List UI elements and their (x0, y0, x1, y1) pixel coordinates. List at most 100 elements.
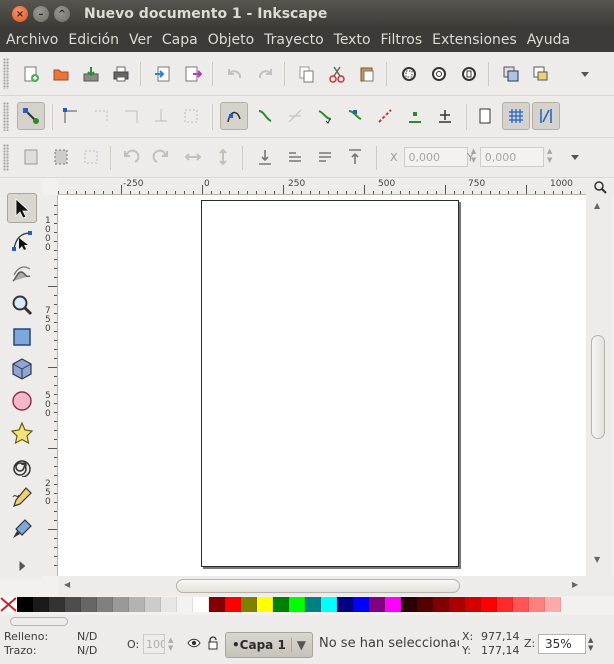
drawing-canvas[interactable] (58, 195, 586, 576)
import-icon[interactable] (152, 63, 174, 85)
duplicate-icon[interactable] (500, 63, 522, 85)
color-swatch[interactable] (321, 597, 337, 612)
color-swatch[interactable] (433, 597, 449, 612)
select-all-layers-icon[interactable] (50, 146, 72, 168)
rotate-ccw-icon[interactable] (120, 146, 142, 168)
color-swatch[interactable] (193, 597, 209, 612)
snap-grid-icon[interactable] (502, 102, 530, 130)
no-paint-swatch[interactable] (0, 597, 17, 612)
toolbar-grip[interactable] (3, 102, 9, 131)
new-document-icon[interactable] (20, 63, 42, 85)
print-icon[interactable] (110, 63, 132, 85)
color-swatch[interactable] (273, 597, 289, 612)
color-swatch[interactable] (97, 597, 113, 612)
color-swatch[interactable] (337, 597, 353, 612)
clone-icon[interactable] (530, 63, 552, 85)
snap-bbox-corner-icon[interactable] (120, 105, 142, 127)
snap-object-midpoints-icon[interactable] (404, 105, 426, 127)
toolbar-overflow-icon[interactable] (564, 146, 586, 168)
pencil-tool-icon[interactable] (7, 482, 37, 512)
calligraphy-tool-icon[interactable] (7, 514, 37, 544)
zoom-corner-icon[interactable] (586, 179, 614, 195)
menu-ver[interactable]: Ver (124, 32, 157, 48)
layer-selector[interactable]: • Capa 1 ▼ (225, 632, 313, 658)
scroll-left-icon[interactable]: ◀ (64, 580, 70, 589)
horizontal-scrollbar[interactable]: ◀ ▶ (58, 576, 614, 596)
y-spinner[interactable]: ▲ ▼ (546, 147, 554, 167)
opacity-spinner[interactable]: ▲ ▼ (168, 636, 173, 652)
select-all-icon[interactable] (20, 146, 42, 168)
snap-smooth-nodes-icon[interactable] (344, 105, 366, 127)
toolbar-overflow-icon[interactable] (574, 63, 596, 85)
raise-to-top-icon[interactable] (344, 146, 366, 168)
color-swatch[interactable] (465, 597, 481, 612)
minimize-window-button[interactable]: – (33, 6, 49, 22)
zoom-page-icon[interactable] (458, 63, 480, 85)
snap-guides-icon[interactable] (532, 102, 560, 130)
color-swatch[interactable] (529, 597, 545, 612)
color-swatch[interactable] (65, 597, 81, 612)
color-swatch[interactable] (129, 597, 145, 612)
undo-icon[interactable] (224, 63, 246, 85)
opacity-input[interactable]: 100 (143, 634, 165, 654)
horizontal-scroll-thumb[interactable] (176, 579, 460, 593)
scroll-up-icon[interactable]: ▲ (594, 201, 600, 210)
save-document-icon[interactable] (80, 63, 102, 85)
spiral-tool-icon[interactable] (7, 450, 37, 480)
toolbox-overflow-icon[interactable] (12, 556, 32, 576)
color-swatch[interactable] (385, 597, 401, 612)
flip-vertical-icon[interactable] (212, 146, 234, 168)
menu-ayuda[interactable]: Ayuda (522, 32, 575, 48)
toolbar-grip[interactable] (3, 144, 9, 171)
menu-edicion[interactable]: Edición (63, 32, 124, 48)
snap-rotation-center-icon[interactable] (434, 105, 456, 127)
copy-icon[interactable] (296, 63, 318, 85)
color-swatch[interactable] (353, 597, 369, 612)
node-tool-icon[interactable] (7, 226, 37, 256)
color-swatch[interactable] (17, 597, 33, 612)
layer-visibility-icon[interactable] (187, 636, 201, 653)
color-swatch[interactable] (369, 597, 385, 612)
rectangle-tool-icon[interactable] (7, 322, 37, 352)
color-swatch[interactable] (177, 597, 193, 612)
color-swatch[interactable] (417, 597, 433, 612)
color-swatch[interactable] (33, 597, 49, 612)
close-window-button[interactable]: × (12, 6, 28, 22)
menu-capa[interactable]: Capa (157, 32, 203, 48)
snap-bbox-edge-icon[interactable] (90, 105, 112, 127)
fill-value[interactable]: N/D (77, 630, 97, 643)
color-swatch[interactable] (225, 597, 241, 612)
snap-bbox-icon[interactable] (60, 105, 82, 127)
color-swatch[interactable] (113, 597, 129, 612)
color-swatch[interactable] (81, 597, 97, 612)
3d-box-tool-icon[interactable] (7, 354, 37, 384)
color-swatch[interactable] (209, 597, 225, 612)
menu-objeto[interactable]: Objeto (203, 32, 259, 48)
color-swatch[interactable] (449, 597, 465, 612)
zoom-drawing-icon[interactable] (428, 63, 450, 85)
y-input[interactable]: 0,000 (479, 147, 544, 167)
menu-texto[interactable]: Texto (329, 32, 376, 48)
snap-bbox-midpoint-icon[interactable] (150, 105, 172, 127)
zoom-tool-icon[interactable] (7, 290, 37, 320)
redo-icon[interactable] (254, 63, 276, 85)
palette-scrollbar[interactable] (0, 615, 614, 628)
color-swatch[interactable] (289, 597, 305, 612)
vertical-scrollbar[interactable]: ▲ ▼ (586, 195, 612, 576)
zoom-input[interactable]: 35% (538, 634, 586, 654)
scroll-right-icon[interactable]: ▶ (572, 580, 578, 589)
x-input[interactable]: 0,000 (403, 147, 468, 167)
menu-archivo[interactable]: Archivo (0, 32, 63, 48)
snap-intersections-icon[interactable] (284, 105, 306, 127)
color-swatch[interactable] (145, 597, 161, 612)
maximize-window-button[interactable]: ^ (54, 6, 70, 22)
menu-trayecto[interactable]: Trayecto (259, 32, 328, 48)
vertical-ruler[interactable]: 1000 750 500 250 (42, 195, 58, 576)
color-swatch[interactable] (401, 597, 417, 612)
color-swatch[interactable] (513, 597, 529, 612)
color-swatch[interactable] (161, 597, 177, 612)
cut-icon[interactable] (326, 63, 348, 85)
snap-cusp-nodes-icon[interactable] (314, 105, 336, 127)
menu-filtros[interactable]: Filtros (376, 32, 428, 48)
rotate-cw-icon[interactable] (150, 146, 172, 168)
